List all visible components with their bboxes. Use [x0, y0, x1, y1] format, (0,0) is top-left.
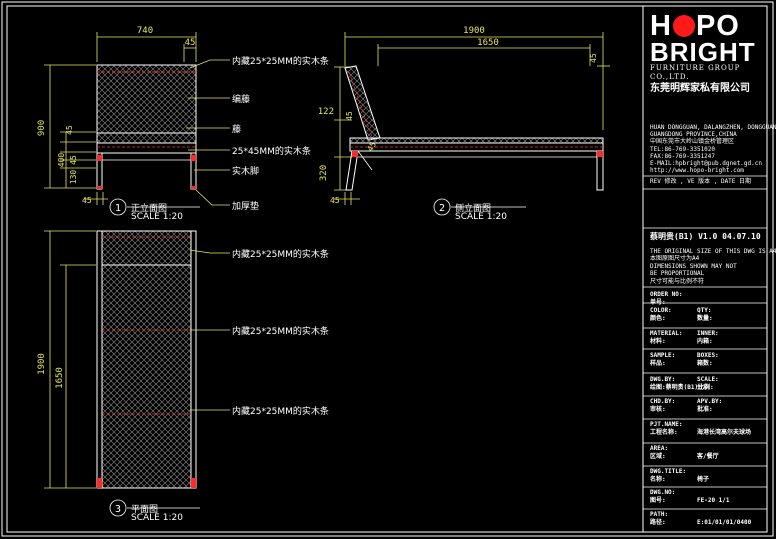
dim-side-1650: 1650	[477, 38, 499, 48]
notice-line: BE PROPORTIONAL	[650, 270, 705, 278]
notice-line: DIMENSIONS SHOWN MAY NOT	[650, 262, 737, 270]
callout-front-4: 25*45MM的实木条	[232, 147, 311, 157]
notice-line: 尺寸可能与比例不符	[650, 277, 705, 285]
side-elevation-view: 1900 1650 45 122 45 45 320 45	[318, 26, 610, 216]
field-label: 区域:	[650, 453, 666, 460]
view-scale-side: SCALE 1:20	[455, 212, 507, 222]
logo-dot-icon	[672, 15, 695, 37]
field-value: 分示	[697, 384, 710, 391]
dim-front-45b: 45	[69, 155, 78, 165]
view-number-front: 1	[115, 203, 121, 214]
dim-side-122: 122	[318, 107, 334, 117]
address-line: 中国东莞市大岭山镇金桥管理区	[650, 138, 735, 146]
field-value: 批准:	[697, 406, 713, 413]
field-label: 颜色:	[650, 315, 666, 322]
callout-plan-1: 内藏25*25MM的实木条	[232, 250, 329, 260]
plan-view: 1900 1650	[37, 230, 230, 517]
dim-plan-1900: 1900	[37, 353, 47, 375]
field-value: 数量:	[697, 315, 713, 322]
callout-plan-2: 内藏25*25MM的实木条	[232, 327, 329, 337]
field-label: 样品:	[650, 360, 666, 367]
field-value: FE-20 1/1	[697, 497, 730, 504]
callout-front-6: 加厚垫	[232, 202, 260, 212]
dim-front-top: 45	[185, 38, 196, 48]
view-scale-front: SCALE 1:20	[131, 212, 183, 222]
field-value: 海港长湾高尔夫球场	[697, 429, 752, 436]
callout-front-3: 藤	[232, 125, 242, 135]
callout-front-1: 内藏25*25MM的实木条	[232, 57, 329, 67]
address-line: TEL:86-769-3351020	[650, 145, 716, 153]
dim-front-400: 400	[57, 153, 66, 168]
revision-entry: 蔡明贵(B1) V1.0 04.07.10	[650, 232, 761, 241]
address-line: E-MAIL:hpbright@pub.dgnet.gd.cn	[650, 160, 762, 167]
view-scale-plan: SCALE 1:20	[131, 513, 183, 523]
company-name-cn: 东莞明辉家私有限公司	[650, 83, 750, 94]
callout-front-5: 实木脚	[232, 167, 260, 177]
field-value: 椅子	[697, 476, 710, 483]
dim-side-45m: 45	[345, 111, 354, 121]
dim-front-130: 130	[69, 170, 78, 185]
dim-front-45c: 45	[82, 196, 92, 205]
field-label: 图号:	[650, 497, 666, 504]
revision-header: REV 修改 , VE 版本 , DATE 日期	[650, 178, 752, 185]
dim-side-45b: 45	[330, 196, 340, 205]
field-value: 内箱:	[697, 338, 713, 345]
dim-side-320: 320	[319, 165, 329, 181]
field-label: 审核:	[650, 406, 666, 413]
field-value: 箱数:	[697, 360, 713, 367]
field-value: E:01/01/01/0400	[697, 519, 752, 526]
notice-line: 本图原图尺寸为A4	[650, 255, 700, 263]
callout-front-2: 编藤	[232, 95, 251, 105]
company-logo: H PO BRIGHT FURNITURE GROUP CO.,LTD. 东莞明辉…	[650, 12, 770, 95]
front-elevation-view: 740 45 900 45 400 45 130 45	[37, 26, 230, 216]
view-number-plan: 3	[115, 504, 121, 515]
field-label: 工程名称:	[650, 429, 678, 436]
dim-front-width: 740	[137, 26, 153, 36]
notice-line: THE ORIGINAL SIZE OF THIS DWG IS A4	[650, 248, 776, 255]
address-line: FAX:86-769-3351247	[650, 152, 716, 160]
field-label: 名称:	[650, 476, 666, 483]
dim-side-45r: 45	[589, 53, 598, 63]
field-label: 路径:	[650, 519, 666, 526]
field-label: 材料:	[650, 338, 666, 345]
callout-plan-3: 内藏25*25MM的实木条	[232, 407, 329, 417]
dim-plan-1650: 1650	[55, 367, 65, 389]
address-line: http://www.hopo-bright.com	[650, 167, 744, 175]
dim-front-900: 900	[37, 120, 47, 136]
view-number-side: 2	[439, 203, 445, 214]
field-value: 客/餐厅	[697, 453, 719, 460]
address-line: HUAN DONGGUAN, DALANGZHEN, DONGGUAN	[650, 124, 776, 131]
dim-side-1900: 1900	[463, 26, 485, 36]
dim-front-45a: 45	[65, 125, 74, 135]
